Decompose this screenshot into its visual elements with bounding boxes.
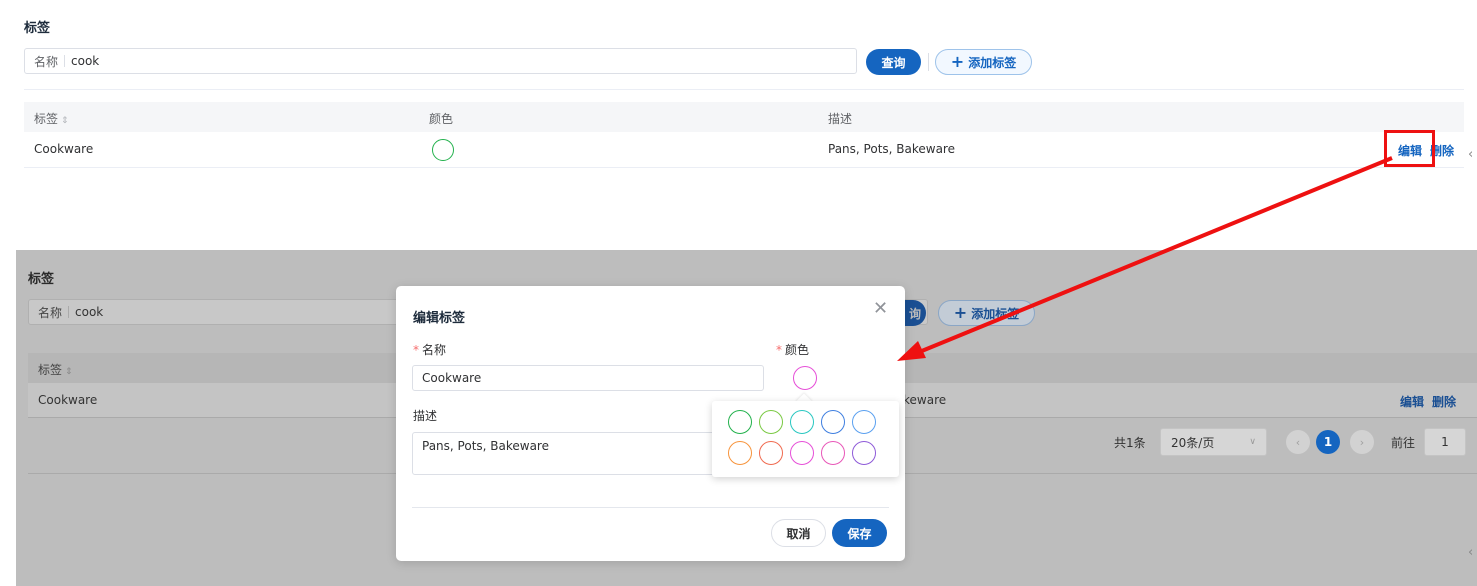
annotation-arrow-head xyxy=(897,341,926,361)
annotation-arrow xyxy=(897,156,1393,361)
annotation-arrow-line xyxy=(911,156,1393,357)
